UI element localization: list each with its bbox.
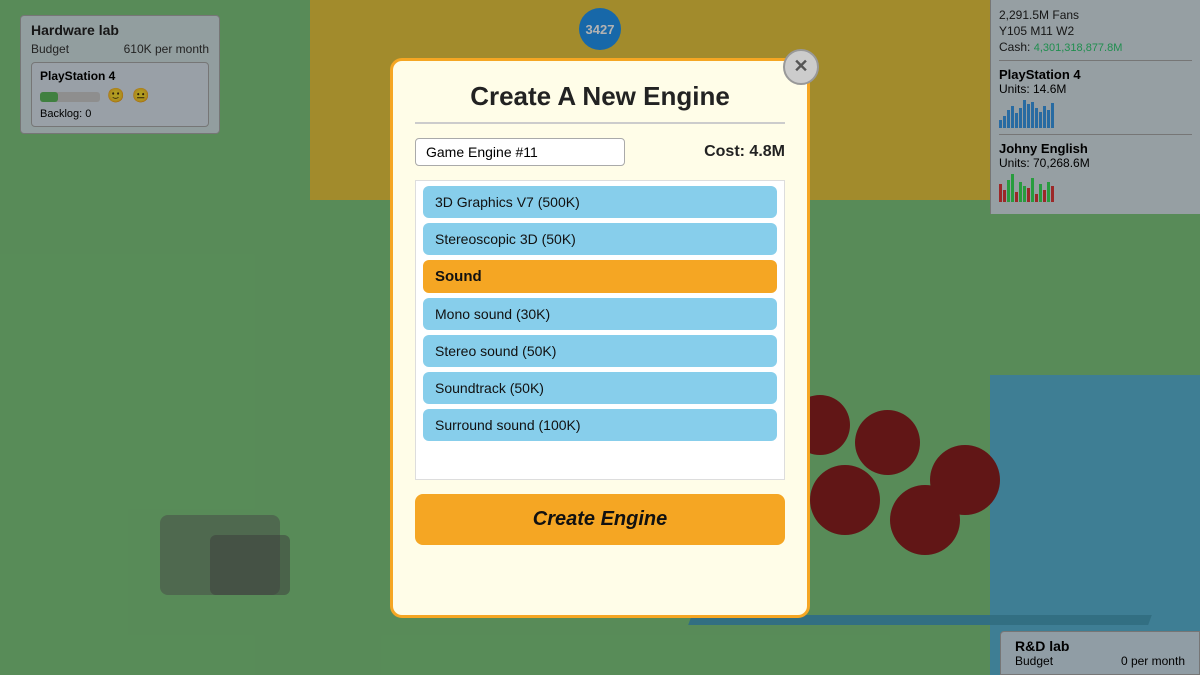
modal-title: Create A New Engine [415,81,785,124]
feature-category: Sound [423,260,777,293]
create-engine-modal: ✕ Create A New Engine Cost: 4.8M 3D Grap… [390,58,810,618]
modal-overlay: ✕ Create A New Engine Cost: 4.8M 3D Grap… [0,0,1200,675]
feature-item[interactable]: Stereo sound (50K) [423,335,777,367]
engine-cost-label: Cost: 4.8M [704,143,785,161]
close-icon: ✕ [793,56,808,77]
feature-item[interactable]: Soundtrack (50K) [423,372,777,404]
create-engine-button[interactable]: Create Engine [415,494,785,545]
modal-close-button[interactable]: ✕ [783,49,819,85]
engine-name-input[interactable] [415,138,625,166]
features-list[interactable]: 3D Graphics V7 (500K) Stereoscopic 3D (50… [415,180,785,480]
feature-item[interactable]: Mono sound (30K) [423,298,777,330]
feature-item[interactable]: Stereoscopic 3D (50K) [423,223,777,255]
modal-name-cost-row: Cost: 4.8M [415,138,785,166]
feature-item[interactable]: Surround sound (100K) [423,409,777,441]
feature-item[interactable]: 3D Graphics V7 (500K) [423,186,777,218]
